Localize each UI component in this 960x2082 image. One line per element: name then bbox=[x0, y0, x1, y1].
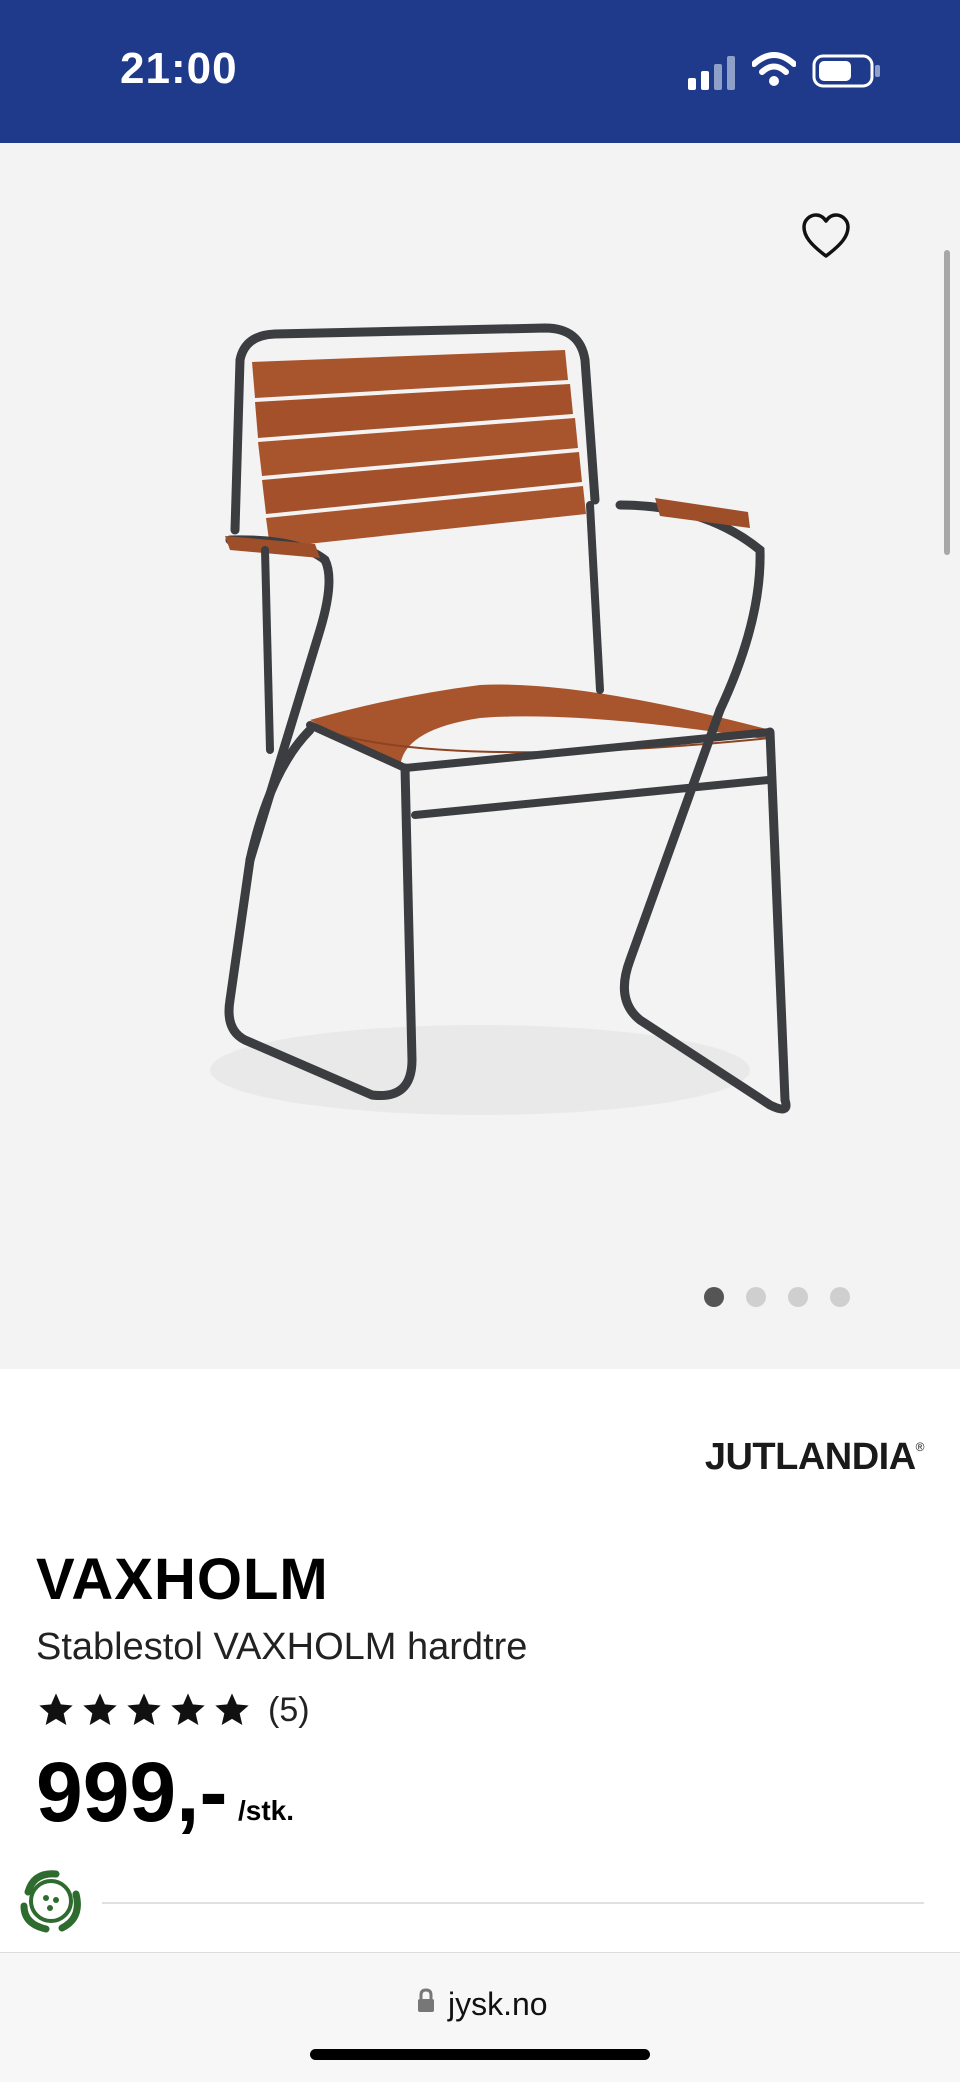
product-rating[interactable]: (5) bbox=[36, 1690, 310, 1730]
url-text[interactable]: jysk.no bbox=[448, 1986, 548, 2023]
star-icon bbox=[171, 1693, 205, 1725]
product-description: Stablestol VAXHOLM hardtre bbox=[36, 1626, 528, 1668]
status-bar: 21:00 bbox=[0, 0, 960, 143]
brand-logo[interactable]: JUTLANDIA® bbox=[704, 1436, 925, 1479]
signal-icon bbox=[688, 56, 735, 90]
wifi-icon bbox=[752, 52, 796, 86]
status-time: 21:00 bbox=[120, 44, 238, 93]
carousel-dot-4[interactable] bbox=[830, 1287, 850, 1307]
product-price: 999,- bbox=[36, 1745, 228, 1839]
carousel-dot-1[interactable] bbox=[704, 1287, 724, 1307]
carousel-dots[interactable] bbox=[704, 1287, 850, 1307]
scroll-indicator[interactable] bbox=[944, 250, 950, 555]
carousel-dot-2[interactable] bbox=[746, 1287, 766, 1307]
price-unit: /stk. bbox=[238, 1795, 295, 1826]
product-title: VAXHOLM bbox=[36, 1547, 329, 1612]
home-indicator bbox=[310, 2049, 650, 2060]
brand-registered-mark: ® bbox=[915, 1440, 925, 1454]
battery-icon bbox=[812, 54, 880, 88]
star-icon bbox=[215, 1693, 249, 1725]
carousel-dot-3[interactable] bbox=[788, 1287, 808, 1307]
star-icon bbox=[83, 1693, 117, 1725]
product-image-chair bbox=[210, 323, 791, 1115]
star-icon bbox=[39, 1693, 73, 1725]
divider bbox=[102, 1902, 924, 1904]
heart-icon[interactable] bbox=[800, 210, 852, 262]
star-icon bbox=[127, 1693, 161, 1725]
recycle-eco-icon[interactable] bbox=[16, 1866, 86, 1936]
lock-icon bbox=[418, 1988, 434, 2012]
rating-count[interactable]: (5) bbox=[268, 1691, 310, 1730]
brand-name: JUTLANDIA bbox=[704, 1436, 916, 1478]
